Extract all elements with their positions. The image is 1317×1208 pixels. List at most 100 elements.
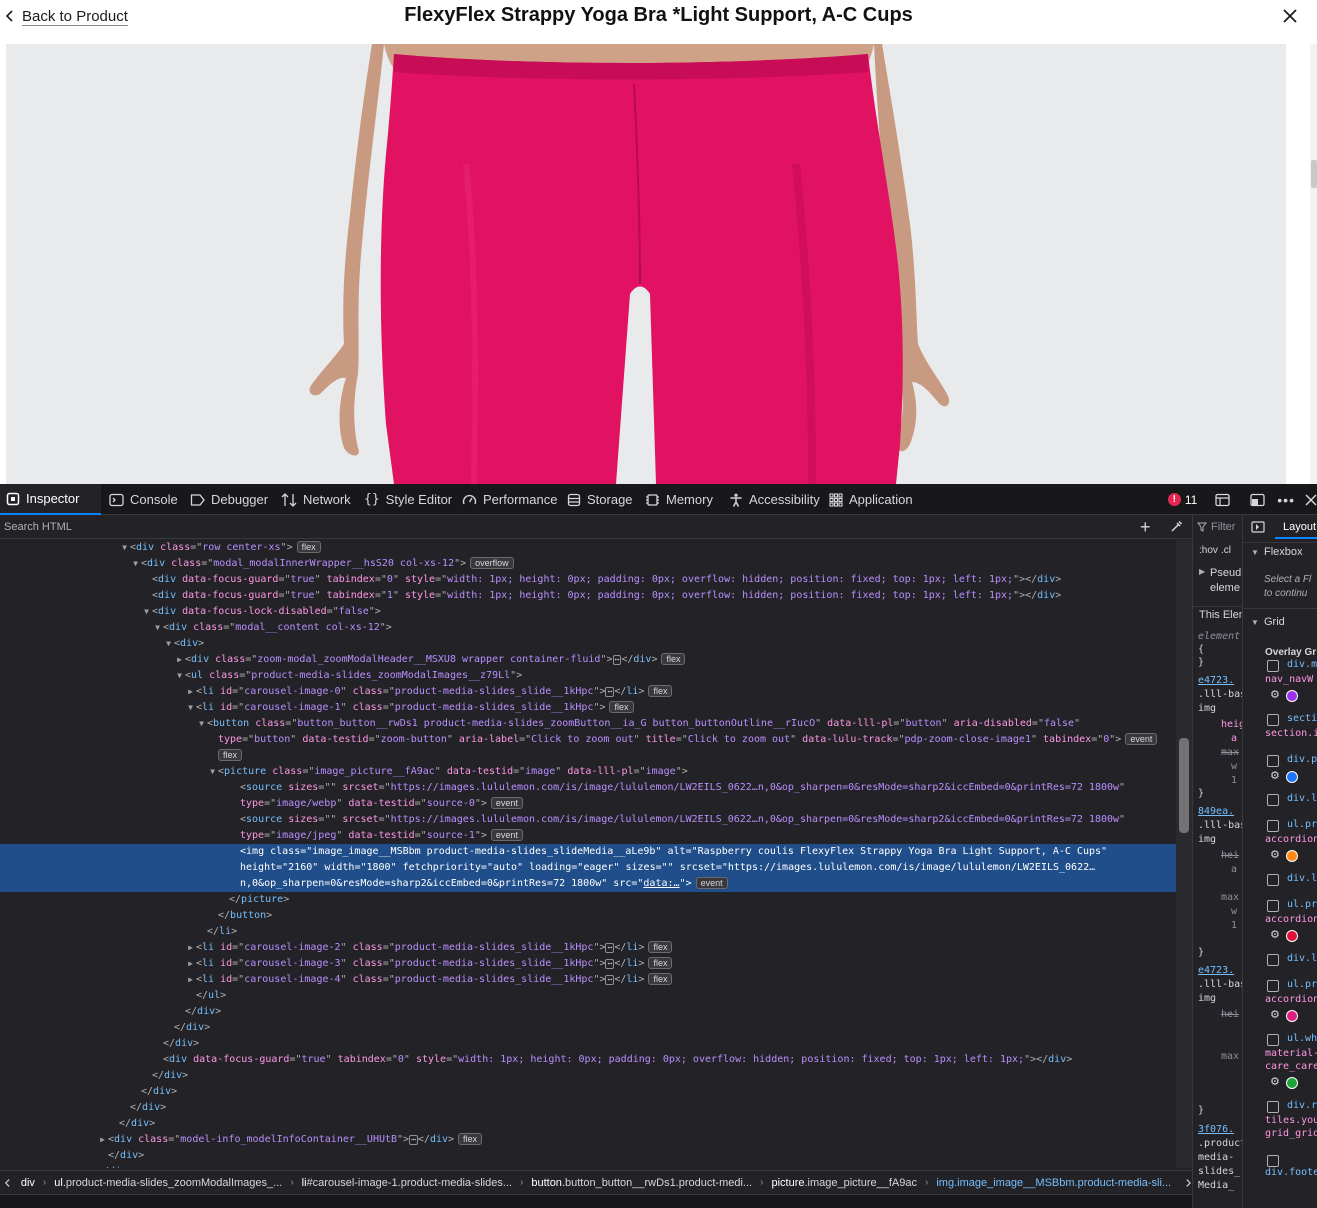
tab-layout[interactable]: Layout [1275, 515, 1317, 539]
markup-node-line[interactable]: ▼ <div> [0, 636, 1176, 652]
rule-property[interactable]: a [1231, 733, 1237, 744]
chevron-down-icon[interactable]: ▼ [1251, 618, 1259, 627]
markup-node-line[interactable]: type="button" data-testid="zoom-button" … [0, 732, 1176, 748]
chevron-right-icon[interactable] [1185, 1178, 1192, 1188]
search-html-input[interactable] [4, 519, 1104, 535]
expand-toggle-closed-icon[interactable]: ▶ [185, 684, 196, 700]
expand-toggle-closed-icon[interactable]: ▶ [185, 956, 196, 972]
expand-toggle-closed-icon[interactable]: ▶ [97, 1132, 108, 1148]
expand-toggle-open-icon[interactable]: ▼ [152, 620, 163, 636]
rule-property[interactable]: heig [1221, 719, 1242, 730]
markup-node-line[interactable]: ▶ <div class="model-info_modelInfoContain… [0, 1132, 1176, 1148]
markup-node-line[interactable]: <div data-focus-guard="true" tabindex="0… [0, 572, 1176, 588]
gear-icon[interactable]: ⚙ [1270, 769, 1280, 782]
breadcrumb-item[interactable]: li #carousel-image-1.product-media-slides… [294, 1177, 520, 1189]
grid-section-label[interactable]: Grid [1264, 616, 1285, 628]
hover-toggle[interactable]: :hov .cl [1199, 544, 1231, 556]
markup-node-line[interactable]: <div data-focus-guard="true" tabindex="0… [0, 1052, 1176, 1068]
grid-color-swatch[interactable] [1286, 1077, 1298, 1089]
expand-toggle-open-icon[interactable]: ▼ [130, 556, 141, 572]
expand-toggle-closed-icon[interactable]: ▶ [185, 940, 196, 956]
rule-property[interactable]: 1 [1231, 920, 1237, 931]
grid-overlay-checkbox[interactable] [1267, 954, 1279, 966]
markup-node-line[interactable]: ▶ <li id="carousel-image-3" class="produc… [0, 956, 1176, 972]
grid-overlay-checkbox[interactable] [1267, 1155, 1279, 1167]
markup-node-line[interactable]: <source sizes="" srcset="https://images.… [0, 812, 1176, 828]
markup-node-line[interactable]: </div> [0, 1148, 1176, 1164]
markup-node-line[interactable]: ▼ <div class="row center-xs"> flex [0, 540, 1176, 556]
tab-storage[interactable]: Storage [567, 484, 633, 515]
grid-overlay-checkbox[interactable] [1267, 714, 1279, 726]
chevron-down-icon[interactable]: ▼ [1251, 548, 1259, 557]
gear-icon[interactable]: ⚙ [1270, 1075, 1280, 1088]
markup-node-line[interactable]: ▼ <button class="button_button__rwDs1 pro… [0, 716, 1176, 732]
expand-toggle-open-icon[interactable]: ▼ [119, 540, 130, 556]
markup-node-line[interactable]: </ul> [0, 988, 1176, 1004]
grid-overlay-checkbox[interactable] [1267, 1034, 1279, 1046]
markup-node-line[interactable]: type="image/jpeg" data-testid="source-1"… [0, 828, 1176, 844]
tab-performance[interactable]: Performance [462, 484, 557, 515]
markup-node-line[interactable]: ▶ <li id="carousel-image-0" class="produc… [0, 684, 1176, 700]
breadcrumb-item[interactable]: button .button_button__rwDs1.product-medi… [523, 1177, 760, 1189]
toggle-sidebar-icon[interactable] [1251, 521, 1265, 533]
more-options-icon[interactable]: ••• [1277, 492, 1295, 508]
markup-node-line[interactable]: flex [0, 748, 1176, 764]
tab-accessibility[interactable]: Accessibility [729, 484, 820, 515]
expand-toggle-open-icon[interactable]: ▼ [196, 716, 207, 732]
markup-node-line[interactable]: <div data-focus-guard="true" tabindex="1… [0, 588, 1176, 604]
markup-node-line[interactable]: ▼ <div data-focus-lock-disabled="false"> [0, 604, 1176, 620]
tab-inspector[interactable]: Inspector [0, 484, 101, 515]
markup-node-line[interactable]: ▼ <li id="carousel-image-1" class="produc… [0, 700, 1176, 716]
tab-debugger[interactable]: Debugger [190, 484, 268, 515]
modal-scrollbar[interactable] [1310, 44, 1317, 484]
markup-node-line[interactable]: </div> [0, 1084, 1176, 1100]
stylesheet-link[interactable]: e4723. [1198, 675, 1234, 686]
dock-toggle-icon[interactable] [1250, 493, 1265, 507]
markup-node-line[interactable]: ▼ <div class="modal_modalInnerWrapper__hs… [0, 556, 1176, 572]
stylesheet-link[interactable]: e4723. [1198, 965, 1234, 976]
markup-view[interactable]: ▼ <div class="row center-xs"> flex ▼ <div cl… [0, 540, 1176, 1168]
markup-node-line[interactable]: </div> [0, 1100, 1176, 1116]
markup-node-line[interactable]: <img class="image_image__MSBbm product-m… [0, 844, 1176, 860]
stylesheet-link[interactable]: 3f076. [1198, 1124, 1234, 1135]
breadcrumb-item[interactable]: div [13, 1177, 43, 1189]
markup-node-line[interactable]: </div> [0, 1020, 1176, 1036]
grid-overlay-checkbox[interactable] [1267, 820, 1279, 832]
rule-property[interactable]: max [1221, 1051, 1239, 1062]
markup-node-line[interactable]: </div> [0, 1036, 1176, 1052]
markup-node-line[interactable]: </li> [0, 924, 1176, 940]
markup-node-line[interactable]: ▶ <div class="zoom-modal_zoomModalHeader_… [0, 652, 1176, 668]
eyedropper-icon[interactable] [1170, 520, 1183, 533]
rule-property[interactable]: w [1231, 906, 1237, 917]
grid-color-swatch[interactable] [1286, 771, 1298, 783]
rules-filter[interactable]: Filter [1197, 521, 1235, 533]
markup-node-line[interactable]: </div> [0, 1004, 1176, 1020]
rule-property[interactable]: max [1221, 892, 1239, 903]
markup-node-line[interactable]: n,0&op_sharpen=0&resMode=sharp2&iccEmbed… [0, 876, 1176, 892]
tab-application[interactable]: Application [829, 484, 913, 515]
rule-property[interactable]: a [1231, 864, 1237, 875]
tab-console[interactable]: Console [109, 484, 178, 515]
expand-toggle-open-icon[interactable]: ▼ [174, 668, 185, 684]
markup-node-line[interactable]: type="image/webp" data-testid="source-0"… [0, 796, 1176, 812]
grid-overlay-checkbox[interactable] [1267, 1101, 1279, 1113]
expand-toggle-open-icon[interactable]: ▼ [163, 636, 174, 652]
grid-overlay-checkbox[interactable] [1267, 755, 1279, 767]
gear-icon[interactable]: ⚙ [1270, 928, 1280, 941]
markup-node-line[interactable]: ▶ <li id="carousel-image-2" class="produc… [0, 940, 1176, 956]
rule-property[interactable]: hei [1221, 1009, 1239, 1020]
close-devtools-icon[interactable] [1305, 493, 1317, 506]
markup-node-line[interactable]: ▶ <li id="carousel-image-4" class="produc… [0, 972, 1176, 988]
markup-node-line[interactable]: </div> [0, 1116, 1176, 1132]
expand-toggle-open-icon[interactable]: ▼ [141, 604, 152, 620]
rule-property[interactable]: hei [1221, 850, 1239, 861]
pseudo-toggle-icon[interactable]: ▶ [1199, 567, 1205, 576]
gear-icon[interactable]: ⚙ [1270, 1008, 1280, 1021]
expand-toggle-closed-icon[interactable]: ▶ [174, 652, 185, 668]
markup-node-line[interactable]: ▼ <ul class="product-media-slides_zoomMod… [0, 668, 1176, 684]
tab-style-editor[interactable]: {} Style Editor [364, 484, 452, 515]
gear-icon[interactable]: ⚙ [1270, 848, 1280, 861]
expand-toggle-closed-icon[interactable]: ▶ [185, 972, 196, 988]
close-icon[interactable] [1280, 6, 1300, 26]
tab-network[interactable]: Network [281, 484, 351, 515]
